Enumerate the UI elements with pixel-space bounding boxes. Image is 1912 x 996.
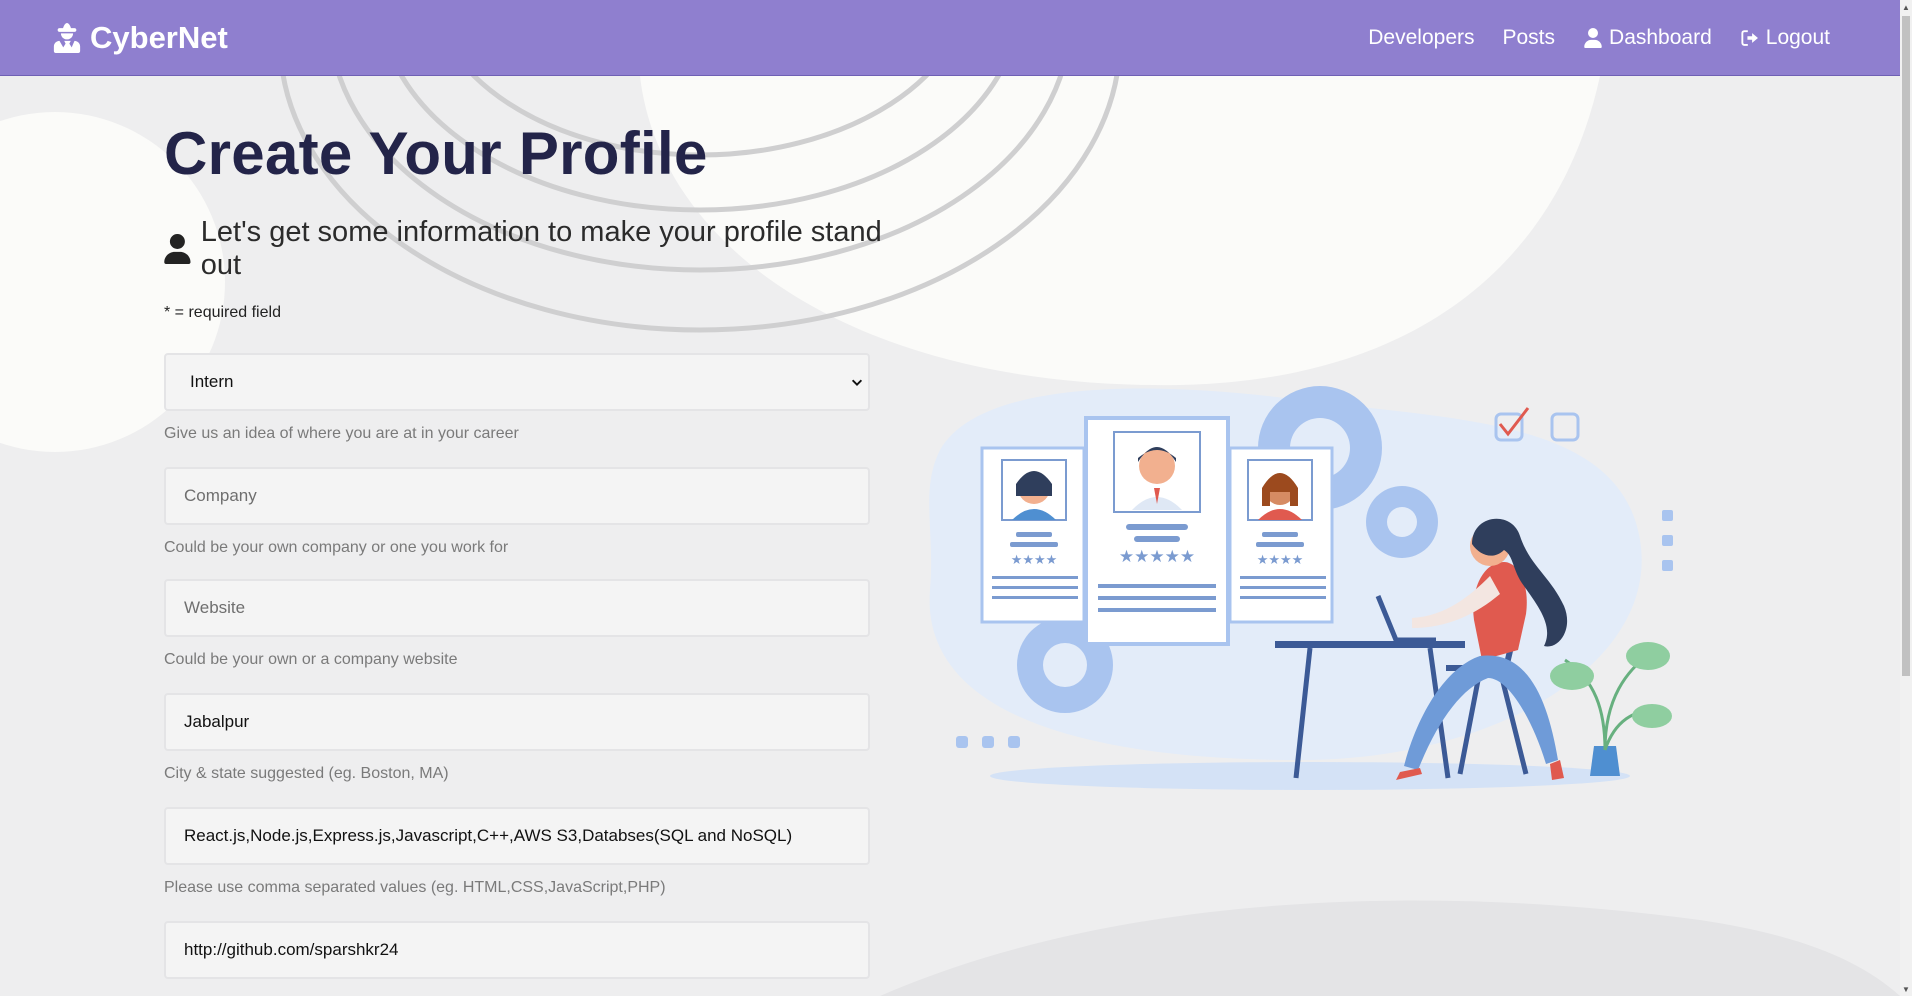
brand-link[interactable]: CyberNet xyxy=(52,20,228,56)
nav-logout-link[interactable]: Logout xyxy=(1740,26,1830,50)
skills-help: Please use comma separated values (eg. H… xyxy=(164,879,666,896)
github-group: http://github.com/sparshkr24 xyxy=(164,921,924,979)
page-title: Create Your Profile xyxy=(164,120,708,187)
scrollbar-thumb[interactable] xyxy=(1902,16,1910,676)
company-input[interactable]: Company xyxy=(164,467,870,525)
nav-links: Developers Posts Dashboard Logout xyxy=(1368,26,1830,50)
navbar: CyberNet Developers Posts Dashboard Logo… xyxy=(0,0,1900,76)
nav-logout-label: Logout xyxy=(1765,25,1830,49)
nav-developers-label: Developers xyxy=(1368,25,1475,49)
required-note: * = required field xyxy=(164,304,281,321)
scroll-down-arrow-icon[interactable]: ▼ xyxy=(1900,982,1912,996)
company-group: Company Could be your own company or one… xyxy=(164,467,924,557)
company-help: Could be your own company or one you wor… xyxy=(164,539,509,556)
nav-posts-link[interactable]: Posts xyxy=(1503,26,1556,50)
page-scrollbar[interactable]: ▲ ▼ xyxy=(1900,0,1912,996)
nav-dashboard-link[interactable]: Dashboard xyxy=(1583,26,1712,50)
lead-text-row: Let's get some information to make your … xyxy=(164,216,924,282)
skills-group: React.js,Node.js,Express.js,Javascript,C… xyxy=(164,807,924,897)
user-icon xyxy=(164,234,191,264)
svg-text:★★★★: ★★★★ xyxy=(1011,553,1058,568)
profile-form-section: Create Your Profile Let's get some infor… xyxy=(164,76,924,979)
website-group: Website Could be your own or a company w… xyxy=(164,579,924,669)
chevron-down-icon xyxy=(851,379,863,386)
location-input[interactable]: Jabalpur xyxy=(164,693,870,751)
user-icon xyxy=(1584,27,1602,48)
profile-illustration: ★★★★ ★★★★ ★★★★★ xyxy=(929,386,1673,790)
status-group: Intern Give us an idea of where you are … xyxy=(164,353,924,443)
lead-text: Let's get some information to make your … xyxy=(200,216,882,281)
skills-input[interactable]: React.js,Node.js,Express.js,Javascript,C… xyxy=(164,807,870,865)
nav-developers-link[interactable]: Developers xyxy=(1368,26,1474,50)
github-input[interactable]: http://github.com/sparshkr24 xyxy=(164,921,870,979)
location-help: City & state suggested (eg. Boston, MA) xyxy=(164,765,449,782)
svg-text:★★★★: ★★★★ xyxy=(1257,553,1304,568)
scroll-up-arrow-icon[interactable]: ▲ xyxy=(1900,0,1912,14)
website-input[interactable]: Website xyxy=(164,579,870,637)
svg-text:★★★★★: ★★★★★ xyxy=(1119,547,1195,567)
nav-posts-label: Posts xyxy=(1502,25,1556,49)
status-select[interactable]: Intern xyxy=(164,353,870,411)
status-help: Give us an idea of where you are at in y… xyxy=(164,425,519,442)
website-help: Could be your own or a company website xyxy=(164,651,458,668)
user-secret-icon xyxy=(53,22,81,53)
nav-dashboard-label: Dashboard xyxy=(1609,25,1712,49)
sign-out-icon xyxy=(1741,29,1758,46)
location-group: Jabalpur City & state suggested (eg. Bos… xyxy=(164,693,924,783)
status-select-value: Intern xyxy=(190,372,234,391)
brand-name: CyberNet xyxy=(90,19,228,55)
